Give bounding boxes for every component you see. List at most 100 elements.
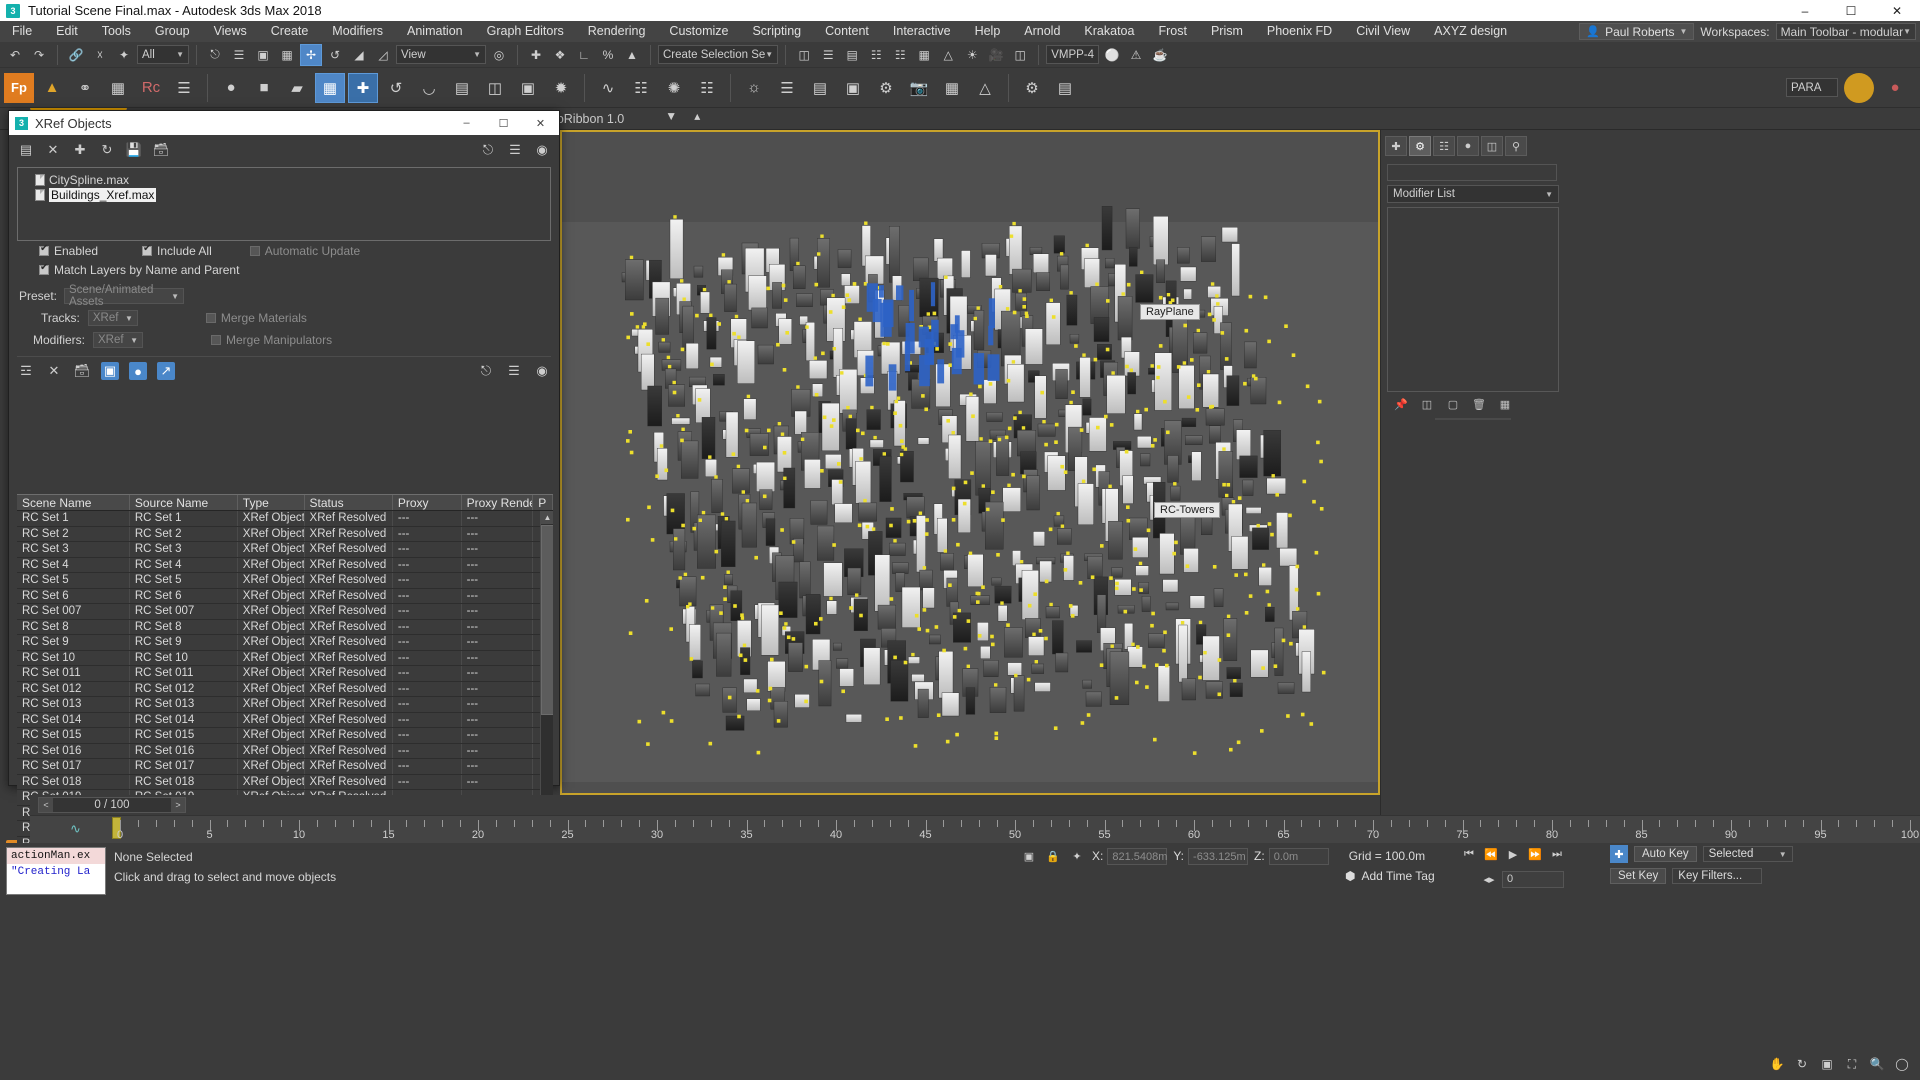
frame-field[interactable]: < 0 / 100 > bbox=[38, 797, 186, 813]
table-row[interactable]: RC Set 10 RC Set 10 XRef Object XRef Resolv… bbox=[17, 650, 553, 666]
rc-tool-button[interactable]: ▦ bbox=[103, 73, 133, 103]
bind-to-space-warp-button[interactable]: ✦ bbox=[113, 44, 135, 66]
object-filter-icon[interactable]: ▣ bbox=[101, 362, 119, 380]
reference-coordinate-system-combo[interactable]: View ▼ bbox=[396, 45, 486, 64]
ribbon-options-icon[interactable]: ▼ bbox=[660, 105, 682, 127]
proxy-button[interactable]: ▦ bbox=[937, 73, 967, 103]
create-cylinder-button[interactable]: ■ bbox=[249, 73, 279, 103]
menu-help[interactable]: Help bbox=[963, 21, 1013, 42]
menu-scripting[interactable]: Scripting bbox=[740, 21, 813, 42]
xref-close-button[interactable]: ✕ bbox=[522, 111, 559, 135]
field-of-view-icon[interactable]: ◯ bbox=[1892, 1054, 1912, 1074]
rc-list-button[interactable]: ☰ bbox=[169, 73, 199, 103]
rail-clone-button[interactable]: ⚭ bbox=[70, 73, 100, 103]
menu-edit[interactable]: Edit bbox=[44, 21, 90, 42]
make-unique-icon[interactable]: ▢ bbox=[1445, 396, 1461, 412]
window-crossing-button[interactable]: ▦ bbox=[276, 44, 298, 66]
select-arrow-icon[interactable]: ⎋ bbox=[479, 141, 497, 159]
table-row[interactable]: RC Set 2 RC Set 2 XRef Object XRef Resolved… bbox=[17, 526, 553, 542]
xref-scene-icon[interactable]: ▤ bbox=[17, 141, 35, 159]
quick-align-button[interactable]: ☷ bbox=[865, 44, 887, 66]
y-coordinate-field[interactable]: Y: -633.125m bbox=[1173, 847, 1249, 865]
zoom-extents-icon[interactable]: ▣ bbox=[1817, 1054, 1837, 1074]
forest-pack-button[interactable]: ▲ bbox=[37, 73, 67, 103]
orbit-view-icon[interactable]: ↻ bbox=[1792, 1054, 1812, 1074]
xref-file-list[interactable]: CitySpline.max Buildings_Xref.max bbox=[17, 167, 551, 241]
create-box-button[interactable]: ▰ bbox=[282, 73, 312, 103]
material-editor-button[interactable]: ⚪ bbox=[1101, 44, 1123, 66]
menu-axyz-design[interactable]: AXYZ design bbox=[1422, 21, 1519, 42]
key-spinner-control[interactable]: ◂▸ 0 bbox=[1480, 870, 1564, 888]
table-row[interactable]: RC Set 1 RC Set 1 XRef Object XRef Resolved… bbox=[17, 511, 553, 527]
goto-end-button[interactable]: ⏭ bbox=[1548, 845, 1566, 863]
delete-object-icon[interactable]: ✕ bbox=[45, 362, 63, 380]
spline-button[interactable]: ✹ bbox=[546, 73, 576, 103]
utility-1-button[interactable]: ⚙ bbox=[1017, 73, 1047, 103]
utility-2-button[interactable]: ▤ bbox=[1050, 73, 1080, 103]
save-all-xref-icon[interactable]: 🗃 bbox=[152, 141, 170, 159]
track-bar[interactable]: ∿ 0 5 10 15 20 25 30 35 40 45 50 55 60 65 70 75 80 85 90 95… bbox=[30, 815, 1920, 843]
placement-tool-button[interactable]: ◿ bbox=[372, 44, 394, 66]
menu-prism[interactable]: Prism bbox=[1199, 21, 1255, 42]
track-curve-icon[interactable]: ∿ bbox=[70, 821, 81, 837]
remove-xref-icon[interactable]: ✕ bbox=[44, 141, 62, 159]
modifier-list-combo[interactable]: Modifier List ▼ bbox=[1387, 185, 1559, 203]
merge-materials-checkbox[interactable] bbox=[205, 313, 216, 323]
select-arrow-icon[interactable]: ⎋ bbox=[477, 362, 495, 380]
list-icon[interactable]: ☰ bbox=[506, 141, 524, 159]
maximize-viewport-icon[interactable]: ⛶ bbox=[1842, 1054, 1862, 1074]
column-header-proxy-render[interactable]: Proxy Render bbox=[462, 495, 534, 510]
snap-toggle-button[interactable]: ❖ bbox=[549, 44, 571, 66]
normal-align-button[interactable]: △ bbox=[937, 44, 959, 66]
color-picker-button[interactable] bbox=[1844, 72, 1874, 103]
modifier-stack[interactable] bbox=[1387, 207, 1559, 392]
set-key-mode-icon[interactable]: ✚ bbox=[1610, 845, 1628, 863]
select-object-button[interactable]: ⎋ bbox=[204, 44, 226, 66]
play-button[interactable]: ▶ bbox=[1504, 845, 1522, 863]
grid-snap-button[interactable]: ▦ bbox=[315, 72, 345, 103]
lock-selection-icon[interactable]: 🔒 bbox=[1044, 847, 1062, 865]
table-row[interactable]: RC Set 5 RC Set 5 XRef Object XRef Resolved… bbox=[17, 573, 553, 589]
menu-views[interactable]: Views bbox=[202, 21, 259, 42]
include-all-checkbox[interactable] bbox=[142, 243, 153, 256]
selection-filter-combo[interactable]: All ▼ bbox=[137, 45, 189, 64]
menu-animation[interactable]: Animation bbox=[395, 21, 475, 42]
menu-interactive[interactable]: Interactive bbox=[881, 21, 963, 42]
menu-modifiers[interactable]: Modifiers bbox=[320, 21, 395, 42]
menu-frost[interactable]: Frost bbox=[1146, 21, 1198, 42]
xref-minimize-button[interactable]: – bbox=[448, 111, 485, 135]
table-row[interactable]: RC Set 013 RC Set 013 XRef Object XRef Reso… bbox=[17, 697, 553, 713]
menu-arnold[interactable]: Arnold bbox=[1012, 21, 1072, 42]
menu-customize[interactable]: Customize bbox=[657, 21, 740, 42]
renderer-preset-combo[interactable]: VMPP-4 bbox=[1046, 45, 1100, 64]
table-row[interactable]: RC Set 4 RC Set 4 XRef Object XRef Resolved… bbox=[17, 557, 553, 573]
configure-sets-icon[interactable]: ▦ bbox=[1497, 396, 1513, 412]
table-row[interactable]: RC Set 6 RC Set 6 XRef Object XRef Resolved… bbox=[17, 588, 553, 604]
refresh-icon[interactable]: ↻ bbox=[98, 141, 116, 159]
timeline-ruler[interactable]: 0 5 10 15 20 25 30 35 40 45 50 55 60 65 70 75 80 85 90 95 10… bbox=[117, 816, 1919, 844]
mirror-button[interactable]: ◫ bbox=[793, 44, 815, 66]
dope-sheet-button[interactable]: ☷ bbox=[692, 73, 722, 103]
scene-explorer-button[interactable]: ☰ bbox=[772, 73, 802, 103]
controller-filter-icon[interactable]: ↗ bbox=[157, 362, 175, 380]
menu-tools[interactable]: Tools bbox=[90, 21, 143, 42]
automatic-update-checkbox[interactable] bbox=[249, 245, 260, 256]
rc-library-button[interactable]: Rc bbox=[136, 73, 166, 103]
table-row[interactable]: RC Set 9 RC Set 9 XRef Object XRef Resolved… bbox=[17, 635, 553, 651]
render-frame-button[interactable]: 📷 bbox=[904, 73, 934, 103]
viewport-perspective[interactable]: RayPlane RC-Towers bbox=[560, 130, 1380, 795]
redo-button[interactable]: ↷ bbox=[28, 44, 50, 66]
rotate-gizmo-button[interactable]: ↺ bbox=[381, 73, 411, 103]
minimize-button[interactable]: – bbox=[1782, 0, 1828, 21]
menu-graph-editors[interactable]: Graph Editors bbox=[475, 21, 576, 42]
set-key-button[interactable]: Set Key bbox=[1610, 868, 1667, 884]
select-and-move-button[interactable]: ✢ bbox=[300, 43, 322, 66]
key-nav-icon[interactable]: ◂▸ bbox=[1480, 870, 1498, 888]
menu-phoenix-fd[interactable]: Phoenix FD bbox=[1255, 21, 1344, 42]
scroll-thumb[interactable] bbox=[541, 525, 553, 715]
place-highlight-button[interactable]: ☀ bbox=[961, 44, 983, 66]
goto-start-button[interactable]: ⏮ bbox=[1460, 845, 1478, 863]
render-production-button[interactable]: ☕ bbox=[1149, 44, 1171, 66]
prev-frame-button[interactable]: < bbox=[39, 798, 53, 812]
table-row[interactable]: RC Set 8 RC Set 8 XRef Object XRef Resolved… bbox=[17, 619, 553, 635]
